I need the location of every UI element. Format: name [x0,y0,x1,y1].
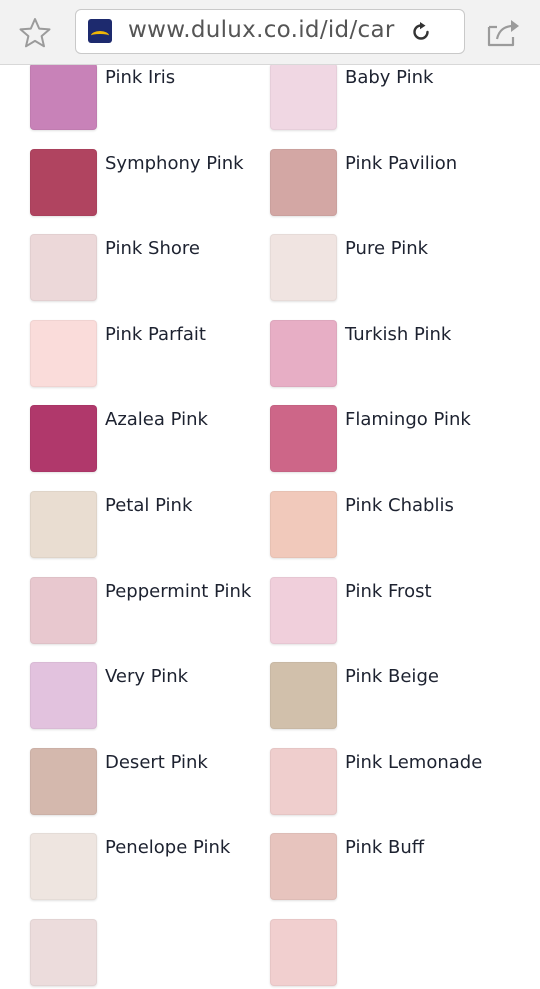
color-swatch[interactable] [270,319,337,387]
color-swatch[interactable] [30,319,97,387]
color-item[interactable]: Very Pink [30,662,270,732]
color-name[interactable]: Peppermint Pink [105,581,251,602]
reload-button[interactable] [408,19,434,45]
color-swatch[interactable] [270,405,337,473]
color-swatch[interactable] [270,63,337,130]
color-name[interactable]: Pink Shore [105,238,200,259]
color-item[interactable]: Pink Pavilion [270,148,510,219]
share-button[interactable] [484,15,522,51]
url-text[interactable]: www.dulux.co.id/id/car [128,17,403,43]
color-swatch[interactable] [30,148,97,216]
color-item[interactable]: Pink Lemonade [270,747,510,818]
color-name[interactable]: Pink Iris [105,67,175,88]
color-name[interactable]: Very Pink [105,666,188,687]
share-icon [487,20,519,47]
color-name[interactable]: Pink Chablis [345,495,454,516]
color-item[interactable] [270,919,510,989]
color-name[interactable]: Pink Buff [345,837,424,858]
color-item[interactable]: Desert Pink [30,747,270,818]
color-swatch[interactable] [270,662,337,730]
color-item[interactable]: Pink Chablis [270,491,510,561]
color-swatch[interactable] [270,919,337,986]
color-swatch[interactable] [270,491,337,558]
bookmark-button[interactable] [17,15,53,51]
color-name[interactable]: Petal Pink [105,495,192,516]
color-swatch[interactable] [30,63,97,130]
color-swatch[interactable] [30,662,97,730]
color-item[interactable]: Flamingo Pink [270,405,510,475]
color-name[interactable]: Symphony Pink [105,153,244,174]
color-item[interactable]: Pure Pink [270,234,510,304]
color-swatch[interactable] [270,576,337,644]
color-name[interactable]: Pure Pink [345,238,428,259]
color-swatch[interactable] [270,234,337,302]
color-name[interactable]: Pink Pavilion [345,153,457,174]
reload-icon [413,22,429,40]
star-icon [19,18,51,48]
color-name[interactable]: Pink Lemonade [345,752,482,773]
site-favicon-icon [88,19,112,43]
color-item[interactable]: Baby Pink [270,63,510,133]
address-bar[interactable]: www.dulux.co.id/id/car [75,9,465,54]
color-item[interactable] [30,919,270,989]
color-name[interactable]: Pink Frost [345,581,432,602]
color-name[interactable]: Penelope Pink [105,837,230,858]
color-item[interactable]: Pink Iris [30,63,270,133]
color-item[interactable]: Penelope Pink [30,833,270,903]
color-swatch[interactable] [270,148,337,216]
color-swatch[interactable] [270,747,337,815]
color-swatch[interactable] [30,491,97,558]
color-item[interactable]: Peppermint Pink [30,576,270,647]
color-item[interactable]: Symphony Pink [30,148,270,219]
color-item[interactable]: Azalea Pink [30,405,270,475]
color-item[interactable]: Turkish Pink [270,319,510,390]
color-item[interactable]: Pink Frost [270,576,510,647]
color-swatch[interactable] [30,576,97,644]
color-item[interactable]: Pink Buff [270,833,510,903]
browser-toolbar: www.dulux.co.id/id/car [0,0,540,65]
color-name[interactable]: Pink Beige [345,666,439,687]
color-name[interactable]: Baby Pink [345,67,433,88]
color-item[interactable]: Pink Beige [270,662,510,732]
color-name[interactable]: Flamingo Pink [345,409,471,430]
color-item[interactable]: Pink Shore [30,234,270,304]
color-name[interactable]: Desert Pink [105,752,208,773]
color-item[interactable]: Petal Pink [30,491,270,561]
color-swatch[interactable] [30,833,97,901]
color-swatch[interactable] [30,747,97,815]
color-swatch[interactable] [270,833,337,901]
color-item[interactable]: Pink Parfait [30,319,270,390]
color-swatch[interactable] [30,234,97,302]
color-swatch[interactable] [30,405,97,473]
color-name[interactable]: Pink Parfait [105,324,206,345]
color-name[interactable]: Turkish Pink [345,324,451,345]
color-name[interactable]: Azalea Pink [105,409,208,430]
color-swatch[interactable] [30,919,97,986]
